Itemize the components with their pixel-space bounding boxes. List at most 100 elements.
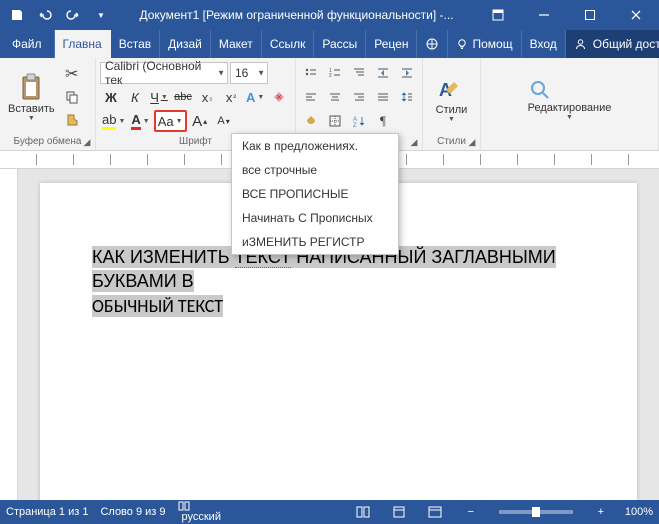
styles-button[interactable]: A Стили ▼ xyxy=(436,76,468,123)
ruler-vertical[interactable] xyxy=(0,169,18,500)
tab-file[interactable]: Файл xyxy=(0,30,55,58)
tab-design[interactable]: Дизай xyxy=(160,30,211,58)
editing-label: Редактирование xyxy=(528,102,612,114)
shrink-font-button[interactable]: A▾ xyxy=(213,110,235,132)
group-styles: A Стили ▼ Стили ◢ xyxy=(423,58,481,150)
tab-mailings[interactable]: Рассы xyxy=(314,30,366,58)
numbering-button[interactable]: 12 xyxy=(324,62,346,84)
sort-button[interactable]: AZ xyxy=(348,110,370,132)
minimize-button[interactable] xyxy=(521,0,567,30)
copy-button[interactable] xyxy=(61,87,83,107)
text-effects-button[interactable]: A▼ xyxy=(244,86,266,108)
font-size-combo[interactable]: 16▼ xyxy=(230,62,268,84)
redo-button[interactable] xyxy=(60,2,86,28)
selected-text-line2[interactable]: ОБЫЧНЫЙ ТЕКСТ xyxy=(92,295,223,317)
clear-format-button[interactable] xyxy=(268,86,290,108)
font-name-combo[interactable]: Calibri (Основной тек▼ xyxy=(100,62,228,84)
zoom-slider[interactable] xyxy=(499,510,573,514)
maximize-button[interactable] xyxy=(567,0,613,30)
scissors-icon: ✂ xyxy=(65,64,78,84)
strikethrough-button[interactable]: abc xyxy=(172,86,194,108)
tab-home[interactable]: Главна xyxy=(55,30,111,58)
ribbon-options-button[interactable] xyxy=(475,0,521,30)
zoom-level[interactable]: 100% xyxy=(625,506,653,518)
multilevel-button[interactable] xyxy=(348,62,370,84)
styles-icon: A xyxy=(436,76,468,104)
group-clipboard: Вставить ▼ ✂ Буфер обмена ◢ xyxy=(0,58,96,150)
signin-button[interactable]: Вход xyxy=(522,30,566,58)
zoom-in-button[interactable]: + xyxy=(589,502,613,522)
shading-button[interactable] xyxy=(300,110,322,132)
underline-button[interactable]: Ч▼ xyxy=(148,86,170,108)
help-button[interactable]: Помощ xyxy=(448,30,521,58)
tab-view[interactable] xyxy=(417,30,448,58)
editing-button[interactable]: Редактирование ▼ xyxy=(528,78,612,121)
group-editing: Редактирование ▼ xyxy=(481,58,659,150)
clipboard-icon xyxy=(18,73,44,103)
quick-access-toolbar: ▼ xyxy=(0,2,118,28)
chevron-down-icon: ▼ xyxy=(257,69,265,78)
status-page[interactable]: Страница 1 из 1 xyxy=(6,506,88,518)
view-read-button[interactable] xyxy=(351,502,375,522)
zoom-out-button[interactable]: − xyxy=(459,502,483,522)
show-marks-button[interactable]: ¶ xyxy=(372,110,394,132)
subscript-button[interactable]: x₂ xyxy=(196,86,218,108)
superscript-button[interactable]: x² xyxy=(220,86,242,108)
font-color-button[interactable]: A▼ xyxy=(129,110,151,132)
ribbon-tabs: Файл Главна Встав Дизай Макет Ссылк Расс… xyxy=(0,30,659,58)
paragraph-launcher[interactable]: ◢ xyxy=(408,136,420,148)
case-lowercase[interactable]: все строчные xyxy=(232,158,398,182)
case-uppercase[interactable]: ВСЕ ПРОПИСНЫЕ xyxy=(232,182,398,206)
group-clipboard-label: Буфер обмена xyxy=(4,134,91,150)
case-sentence[interactable]: Как в предложениях. xyxy=(232,134,398,158)
decrease-indent-button[interactable] xyxy=(372,62,394,84)
align-left-button[interactable] xyxy=(300,86,322,108)
increase-indent-button[interactable] xyxy=(396,62,418,84)
justify-button[interactable] xyxy=(372,86,394,108)
book-icon xyxy=(178,501,221,511)
tab-references[interactable]: Ссылк xyxy=(262,30,315,58)
share-button[interactable]: Общий доступ xyxy=(566,30,659,58)
status-words[interactable]: Слово 9 из 9 xyxy=(100,506,165,518)
styles-label: Стили xyxy=(436,104,468,116)
status-language[interactable]: русский xyxy=(178,501,221,523)
bullets-button[interactable] xyxy=(300,62,322,84)
clipboard-launcher[interactable]: ◢ xyxy=(81,136,93,148)
align-center-button[interactable] xyxy=(324,86,346,108)
change-case-menu: Как в предложениях. все строчные ВСЕ ПРО… xyxy=(231,133,399,255)
borders-button[interactable] xyxy=(324,110,346,132)
italic-button[interactable]: К xyxy=(124,86,146,108)
grow-font-button[interactable]: A▴ xyxy=(189,110,211,132)
tab-review[interactable]: Рецен xyxy=(366,30,417,58)
share-icon xyxy=(574,38,587,51)
window-title: Документ1 [Режим ограниченной функционал… xyxy=(118,8,475,22)
search-icon xyxy=(528,78,612,102)
svg-text:Z: Z xyxy=(353,123,357,128)
chevron-down-icon: ▼ xyxy=(217,69,225,78)
window-controls xyxy=(475,0,659,30)
undo-button[interactable] xyxy=(32,2,58,28)
paste-button[interactable]: Вставить ▼ xyxy=(4,60,59,134)
case-capitalize[interactable]: Начинать С Прописных xyxy=(232,206,398,230)
format-painter-button[interactable] xyxy=(61,110,83,130)
titlebar: ▼ Документ1 [Режим ограниченной функцион… xyxy=(0,0,659,30)
view-web-button[interactable] xyxy=(423,502,447,522)
line-spacing-button[interactable] xyxy=(396,86,418,108)
change-case-button[interactable]: Aa▼ xyxy=(154,110,187,132)
styles-launcher[interactable]: ◢ xyxy=(466,136,478,148)
paste-label: Вставить xyxy=(8,103,55,115)
tab-insert[interactable]: Встав xyxy=(111,30,160,58)
qat-customize[interactable]: ▼ xyxy=(88,2,114,28)
cut-button[interactable]: ✂ xyxy=(61,64,83,84)
close-button[interactable] xyxy=(613,0,659,30)
align-right-button[interactable] xyxy=(348,86,370,108)
lightbulb-icon xyxy=(456,38,468,50)
svg-text:2: 2 xyxy=(329,73,332,79)
view-print-button[interactable] xyxy=(387,502,411,522)
highlight-button[interactable]: ab▼ xyxy=(100,110,127,132)
statusbar: Страница 1 из 1 Слово 9 из 9 русский − +… xyxy=(0,500,659,524)
tab-layout[interactable]: Макет xyxy=(211,30,262,58)
case-toggle[interactable]: иЗМЕНИТЬ РЕГИСТР xyxy=(232,230,398,254)
bold-button[interactable]: Ж xyxy=(100,86,122,108)
save-button[interactable] xyxy=(4,2,30,28)
